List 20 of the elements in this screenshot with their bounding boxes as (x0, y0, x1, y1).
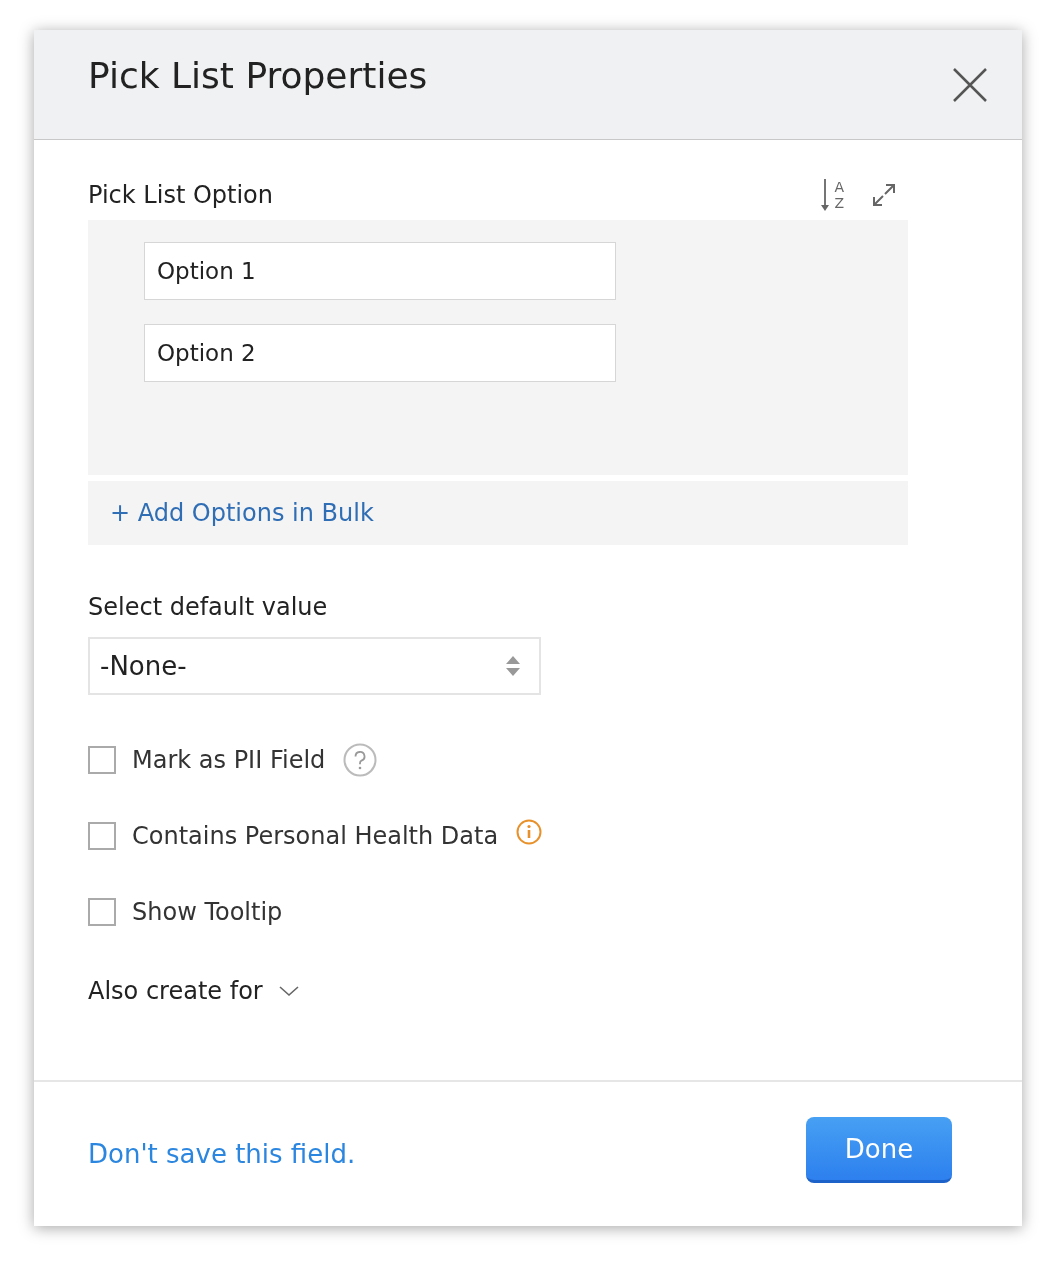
field-label: Select default value (88, 593, 329, 621)
checkbox[interactable] (88, 898, 116, 926)
checkbox-label: Show Tooltip (132, 898, 283, 926)
default-value-select[interactable]: -None- (88, 637, 541, 695)
expand-icon[interactable] (872, 183, 896, 207)
dialog-title: Pick List Properties (88, 55, 428, 96)
dont-save-link[interactable]: Don't save this field. (88, 1139, 356, 1169)
help-icon[interactable] (343, 743, 378, 777)
option-field[interactable]: Option 1 (144, 242, 616, 300)
add-options-link[interactable]: + Add Options in Bulk (110, 499, 374, 527)
section-label: Pick List Option (88, 181, 273, 209)
checkbox[interactable] (88, 822, 116, 850)
info-icon[interactable] (516, 819, 543, 845)
checkbox[interactable] (88, 746, 116, 774)
checkbox-label: Mark as PII Field (132, 746, 326, 774)
checkbox-label: Contains Personal Health Data (132, 822, 499, 850)
also-create-toggle[interactable]: Also create for (88, 977, 299, 1005)
option-field[interactable]: Option 2 (144, 324, 616, 382)
close-icon[interactable] (952, 66, 988, 103)
sort-arrows-icon (505, 654, 521, 678)
